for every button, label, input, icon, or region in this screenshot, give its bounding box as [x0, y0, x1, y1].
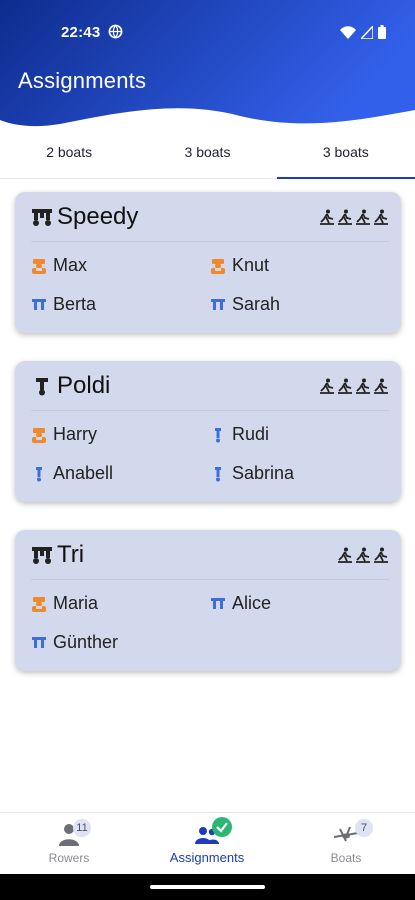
person-item[interactable]: Günther	[31, 632, 210, 653]
person-item[interactable]: Rudi	[210, 424, 389, 445]
person-item[interactable]: Knut	[210, 255, 389, 276]
rower-icon	[319, 378, 335, 399]
single-oar-icon	[31, 466, 47, 482]
wifi-icon	[340, 25, 356, 39]
person-name: Knut	[232, 255, 270, 275]
double-oar-icon	[210, 297, 226, 313]
single-oar-icon	[210, 466, 226, 482]
boat-list: Speedy Max Knut Berta Sarah Poldi Harry …	[15, 192, 401, 699]
page-title: Assignments	[18, 68, 147, 93]
person-name: Maria	[53, 593, 99, 613]
globe-icon	[108, 24, 123, 39]
app-header: 22:43 Assignments	[0, 0, 415, 135]
person-name: Berta	[53, 294, 97, 314]
person-grid: Harry Rudi Anabell Sabrina	[31, 411, 389, 502]
cox-icon	[31, 596, 47, 612]
person-item[interactable]: Anabell	[31, 463, 210, 484]
person-name: Anabell	[53, 463, 114, 483]
person-item[interactable]: Harry	[31, 424, 210, 445]
person-item[interactable]: Alice	[210, 593, 389, 614]
rower-count-icons	[337, 547, 389, 568]
boat-card-header: Poldi	[31, 361, 389, 411]
single-oar-icon	[210, 427, 226, 443]
rowers-count-badge: 11	[73, 819, 91, 837]
cox-icon	[31, 258, 47, 274]
double-oar-icon	[31, 297, 47, 313]
single-seat-boat-icon	[31, 376, 53, 396]
boat-card[interactable]: Tri Maria Alice Günther	[15, 530, 401, 671]
rower-icon	[337, 209, 353, 230]
cox-icon	[210, 258, 226, 274]
person-item[interactable]: Max	[31, 255, 210, 276]
rower-icon	[373, 547, 389, 568]
boat-card-header: Tri	[31, 530, 389, 580]
rower-icon	[355, 209, 371, 230]
status-icons	[340, 24, 386, 40]
status-time: 22:43	[61, 24, 101, 41]
double-seat-boat-icon	[31, 207, 53, 227]
boat-name: Poldi	[57, 371, 111, 399]
rower-icon	[319, 209, 335, 230]
signal-icon	[361, 25, 373, 39]
nav-assignments-label: Assignments	[169, 850, 245, 865]
boats-count-badge: 7	[355, 819, 373, 837]
tab-option-1[interactable]: 2 boats	[0, 133, 138, 178]
boat-name: Tri	[57, 540, 85, 568]
double-seat-boat-icon	[31, 545, 53, 565]
status-bar: 22:43	[0, 0, 415, 60]
boat-card[interactable]: Speedy Max Knut Berta Sarah	[15, 192, 401, 333]
person-name: Sabrina	[232, 463, 295, 483]
boat-card-header: Speedy	[31, 192, 389, 242]
rower-icon	[373, 209, 389, 230]
tab-option-3[interactable]: 3 boats	[276, 133, 415, 179]
person-name: Sarah	[232, 294, 281, 314]
rower-icon	[355, 547, 371, 568]
boat-card[interactable]: Poldi Harry Rudi Anabell Sabrina	[15, 361, 401, 502]
nav-boats[interactable]: 7 Boats	[277, 813, 415, 875]
person-name: Max	[53, 255, 88, 275]
person-name: Harry	[53, 424, 97, 444]
person-grid: Max Knut Berta Sarah	[31, 242, 389, 333]
tab-option-2[interactable]: 3 boats	[138, 133, 276, 178]
nav-rowers-label: Rowers	[48, 851, 90, 865]
battery-icon	[378, 25, 386, 39]
person-name: Günther	[53, 632, 119, 652]
nav-assignments[interactable]: Assignments	[138, 813, 276, 875]
rower-icon	[373, 378, 389, 399]
rower-count-icons	[319, 209, 389, 230]
bottom-navigation: 11 Rowers Assignments 7 Boats	[0, 812, 415, 874]
home-indicator[interactable]	[150, 885, 265, 889]
person-grid: Maria Alice Günther	[31, 580, 389, 671]
nav-rowers[interactable]: 11 Rowers	[0, 813, 138, 875]
cox-icon	[31, 427, 47, 443]
nav-boats-label: Boats	[330, 851, 362, 865]
person-item[interactable]: Sarah	[210, 294, 389, 315]
person-item[interactable]: Sabrina	[210, 463, 389, 484]
person-name: Rudi	[232, 424, 270, 444]
boat-name: Speedy	[57, 202, 139, 230]
person-name: Alice	[232, 593, 272, 613]
rower-count-icons	[319, 378, 389, 399]
person-item[interactable]: Berta	[31, 294, 210, 315]
tab-bar: 2 boats 3 boats 3 boats	[0, 133, 415, 179]
double-oar-icon	[31, 635, 47, 651]
double-oar-icon	[210, 596, 226, 612]
rower-icon	[337, 547, 353, 568]
rower-icon	[355, 378, 371, 399]
rower-icon	[337, 378, 353, 399]
person-item[interactable]: Maria	[31, 593, 210, 614]
check-icon	[212, 817, 232, 837]
